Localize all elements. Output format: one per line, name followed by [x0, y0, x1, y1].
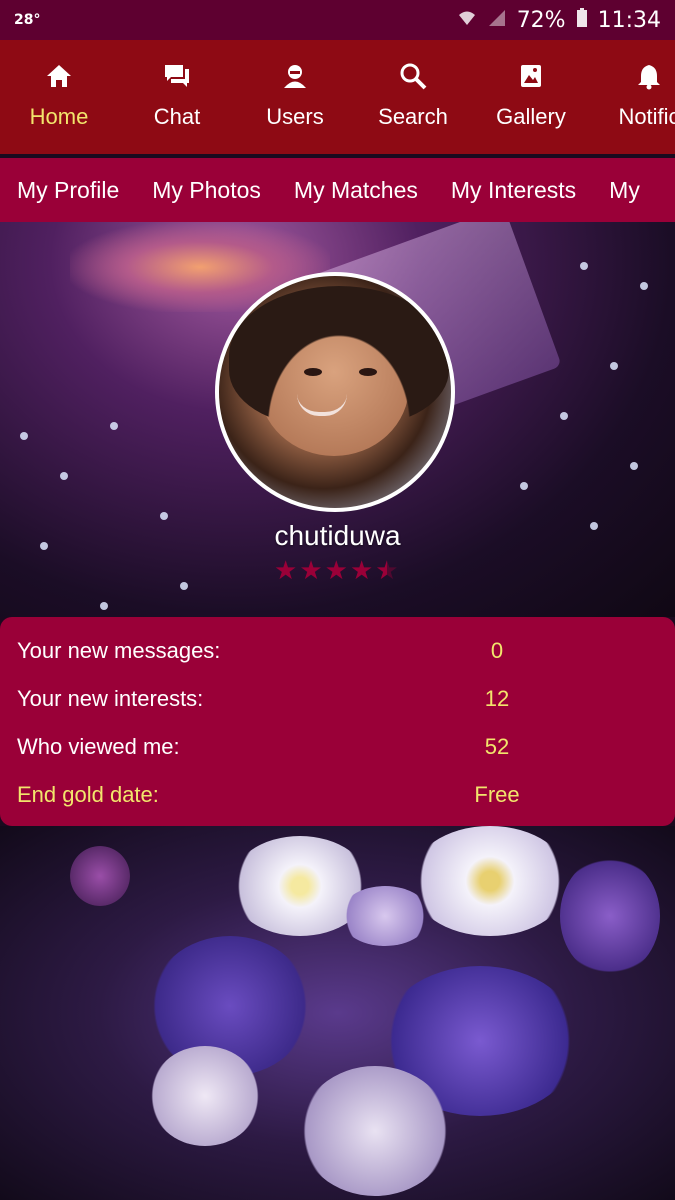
gallery-icon — [517, 62, 545, 90]
nav-home-label: Home — [29, 104, 89, 129]
profile-username: chutiduwa — [274, 520, 401, 551]
stat-value: Free — [474, 782, 520, 807]
nav-notifications[interactable]: Notific — [590, 40, 675, 154]
wifi-icon — [457, 9, 477, 32]
status-right: 72% 11:34 — [457, 7, 661, 33]
bell-icon — [635, 62, 663, 90]
temperature-indicator: 28° — [14, 12, 41, 28]
home-icon — [45, 62, 73, 90]
nav-notifications-label: Notific — [618, 104, 675, 129]
nav-chat-label: Chat — [153, 104, 201, 129]
subnav-my-interests[interactable]: My Interests — [451, 177, 576, 204]
stat-gold-date[interactable]: End gold date: Free — [17, 775, 617, 815]
signal-icon — [487, 9, 507, 32]
stat-label: Who viewed me: — [17, 734, 180, 759]
sub-nav: My Profile My Photos My Matches My Inter… — [0, 158, 675, 222]
nav-gallery-label: Gallery — [496, 104, 566, 129]
battery-percent: 72% — [516, 7, 566, 33]
nav-users-label: Users — [266, 104, 324, 129]
half-star-icon: ★ — [375, 556, 399, 586]
stat-label: Your new interests: — [17, 686, 204, 711]
subnav-more[interactable]: My — [609, 177, 640, 204]
nav-users[interactable]: Users — [236, 40, 354, 154]
stat-new-messages[interactable]: Your new messages: 0 — [17, 631, 617, 671]
stat-viewed-me[interactable]: Who viewed me: 52 — [17, 727, 617, 767]
star-icon: ★ — [274, 556, 298, 586]
stat-value: 12 — [484, 686, 510, 711]
flowers-background-image — [0, 826, 675, 1200]
status-bar: 28° 72% 11:34 — [0, 0, 675, 40]
stat-new-interests[interactable]: Your new interests: 12 — [17, 679, 617, 719]
nav-gallery[interactable]: Gallery — [472, 40, 590, 154]
nav-search-label: Search — [378, 104, 448, 129]
star-icon: ★ — [349, 556, 374, 586]
stat-value: 0 — [490, 638, 504, 663]
chat-icon — [163, 62, 191, 90]
stat-label: Your new messages: — [17, 638, 221, 663]
users-icon — [281, 62, 309, 90]
stat-label: End gold date: — [17, 782, 159, 807]
top-nav: Home Chat Users Search Gallery Notific — [0, 40, 675, 154]
stats-card: Your new messages: 0 Your new interests:… — [0, 617, 675, 826]
search-icon — [399, 62, 427, 90]
battery-icon — [576, 7, 588, 33]
nav-chat[interactable]: Chat — [118, 40, 236, 154]
subnav-my-photos[interactable]: My Photos — [152, 177, 261, 204]
profile-avatar[interactable] — [215, 272, 455, 512]
star-icon: ★ — [299, 556, 323, 586]
subnav-my-profile[interactable]: My Profile — [17, 177, 119, 204]
nav-search[interactable]: Search — [354, 40, 472, 154]
clock: 11:34 — [597, 7, 661, 33]
nav-home[interactable]: Home — [0, 40, 118, 154]
profile-rating: ★ ★ ★ ★ ★ — [274, 558, 399, 584]
stat-value: 52 — [484, 734, 510, 759]
star-icon: ★ — [324, 556, 348, 586]
subnav-my-matches[interactable]: My Matches — [294, 177, 418, 204]
